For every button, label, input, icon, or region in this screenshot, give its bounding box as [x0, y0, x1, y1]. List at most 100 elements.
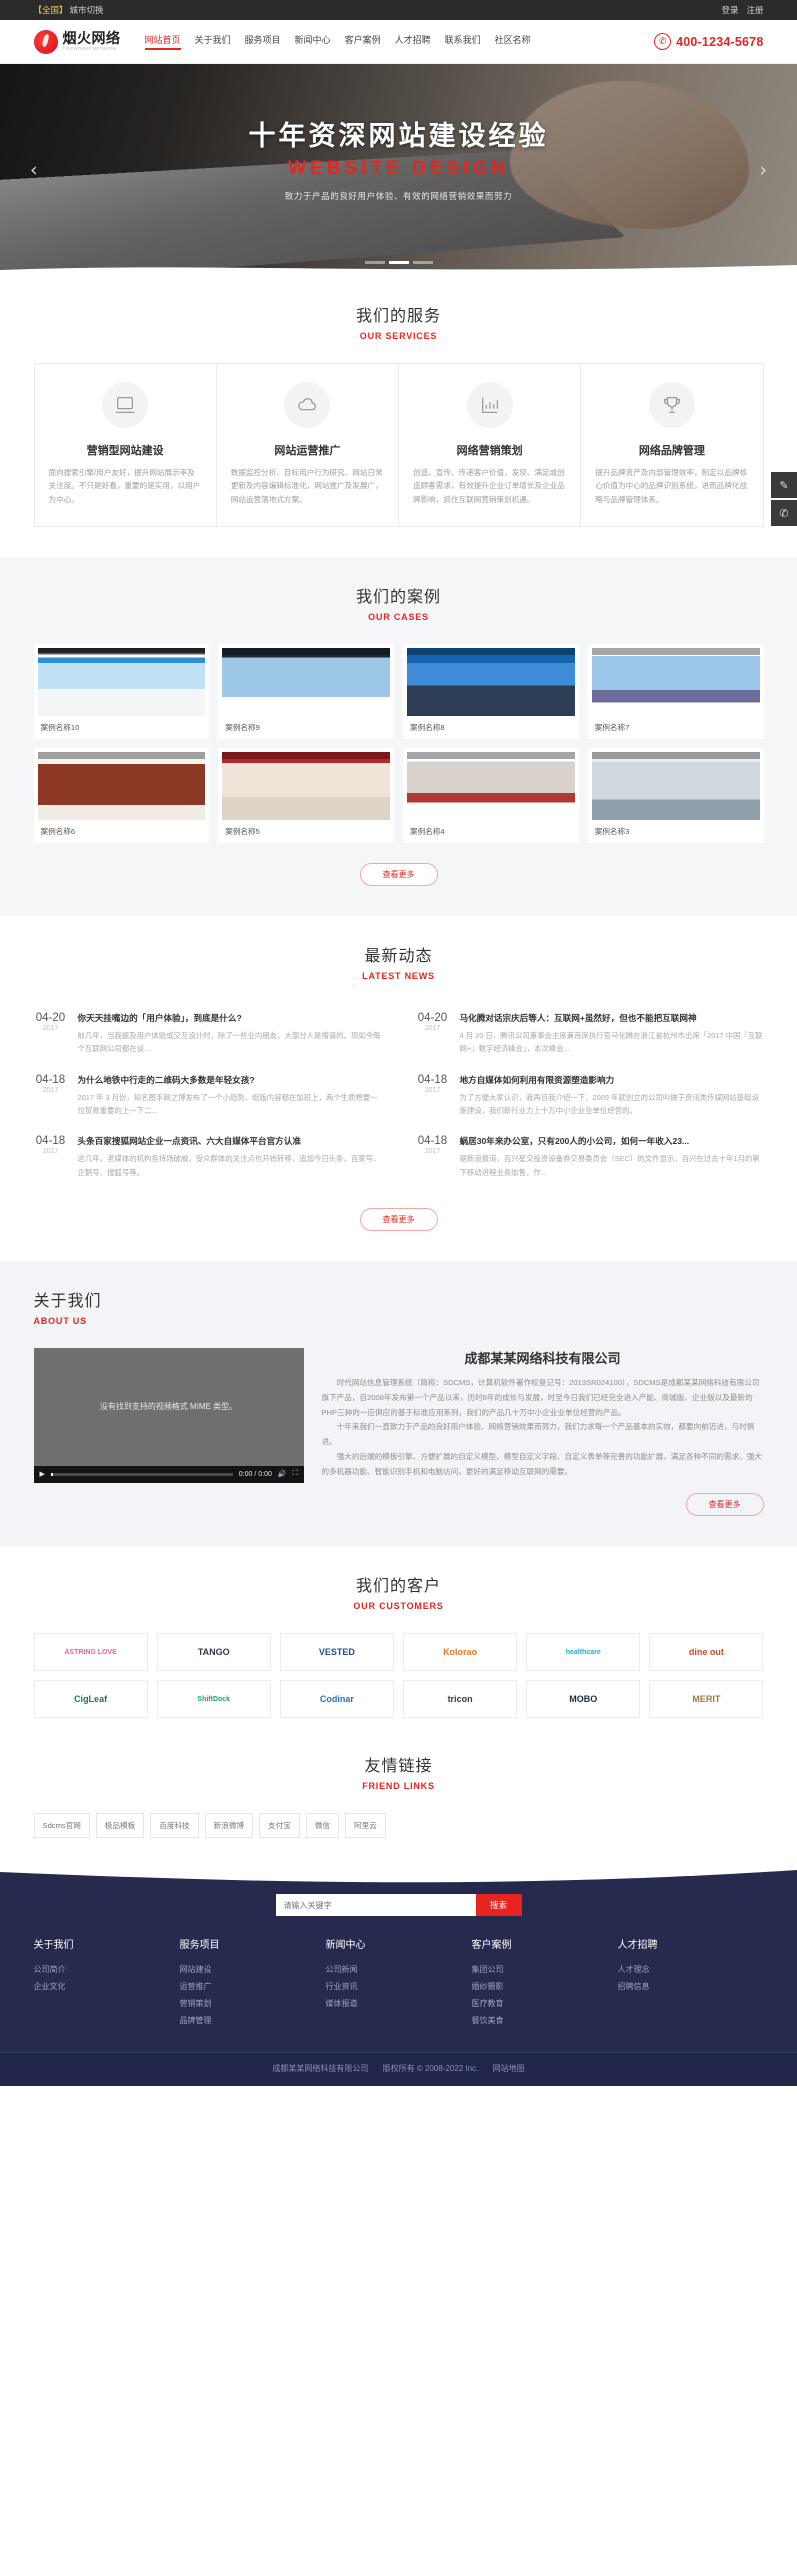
sitemap-link[interactable]: 网站地图 — [493, 2064, 525, 2073]
nav-item-6[interactable]: 联系我们 — [445, 33, 481, 50]
case-card-0[interactable]: 案例名称10 — [33, 643, 210, 739]
banner-desc: 致力于产品的良好用户体验、有效的网络营销效果而努力 — [284, 191, 513, 201]
search-input[interactable] — [275, 1894, 476, 1917]
friend-link-3[interactable]: 新浪微博 — [204, 1813, 254, 1839]
customers-title-en: OUR CUSTOMERS — [353, 1601, 444, 1612]
case-card-1[interactable]: 案例名称9 — [218, 643, 394, 739]
about-paragraphs: 时代网站信息管理系统（简称：SDCMS，计算机软件著作权登记号：2013SR02… — [322, 1376, 764, 1480]
footer-link-1-0[interactable]: 网站建设 — [180, 1962, 326, 1979]
nav-item-1[interactable]: 关于我们 — [195, 33, 231, 50]
city-switcher[interactable]: 【全国】 城市切换 — [34, 4, 104, 16]
video-play-icon[interactable]: ▶ — [40, 1470, 45, 1478]
footer-link-2-0[interactable]: 公司新闻 — [326, 1962, 472, 1979]
banner-prev-icon[interactable]: ‹ — [30, 159, 38, 181]
video-controls[interactable]: ▶ 0:00 / 0:00 🔊 ⛶ — [33, 1465, 304, 1483]
friend-link-0[interactable]: Sdcms官网 — [33, 1813, 90, 1839]
footer-link-1-1[interactable]: 运营推广 — [180, 1979, 326, 1996]
news-day: 04-18 — [35, 1073, 66, 1086]
case-thumbnail — [591, 647, 760, 716]
news-title: 蜗居30年来办公室，只有200人的小公司，如何一年收入23... — [459, 1136, 690, 1147]
news-more-button[interactable]: 查看更多 — [359, 1207, 438, 1231]
customer-logo-10: MOBO — [526, 1680, 641, 1719]
case-card-7[interactable]: 案例名称3 — [587, 747, 764, 843]
banner-next-icon[interactable]: › — [759, 159, 767, 181]
footer-link-2-1[interactable]: 行业资讯 — [326, 1979, 472, 1996]
footer-link-2-2[interactable]: 媒体报道 — [326, 1996, 472, 2013]
friend-link-5[interactable]: 微信 — [305, 1813, 339, 1839]
footer-link-0-1[interactable]: 企业文化 — [34, 1979, 180, 1996]
cases-more-button[interactable]: 查看更多 — [359, 862, 438, 886]
logo-name-cn: 烟火网络 — [62, 30, 121, 47]
friend-link-4[interactable]: 支付宝 — [259, 1813, 300, 1839]
service-card-1[interactable]: 网站运营推广数据监控分析、目标用户行为研究、网站日常更新及内容编辑标准化，网站推… — [217, 364, 399, 526]
banner-title: 十年资深网站建设经验 — [248, 121, 549, 151]
region-tag: 【全国】 — [33, 5, 68, 15]
customer-logo-3: Kolorao — [402, 1633, 518, 1672]
search-button[interactable]: 搜索 — [475, 1894, 522, 1917]
copyright-text: 版权所有 © 2008-2022 Inc. — [382, 2063, 479, 2073]
video-progress-bar[interactable] — [50, 1472, 233, 1476]
footer-link-1-2[interactable]: 营销策划 — [180, 1996, 326, 2013]
site-logo[interactable]: 烟火网络 FIREWORKS NETWORK — [33, 29, 121, 54]
news-excerpt: 前几年，当我提及用户体验或交互设计时，除了一些业内朋友，大部分人是懵逼的。现如今… — [77, 1030, 381, 1054]
footer-link-3-1[interactable]: 婚纱摄影 — [472, 1979, 618, 1996]
friend-link-2[interactable]: 百度科技 — [150, 1813, 199, 1839]
case-label: 案例名称5 — [225, 826, 260, 836]
friend-link-6[interactable]: 阿里云 — [345, 1813, 386, 1839]
news-year: 2017 — [424, 1086, 441, 1094]
nav-item-7[interactable]: 社区名称 — [495, 33, 531, 50]
register-link[interactable]: 注册 — [746, 4, 763, 16]
footer-link-1-3[interactable]: 品牌管理 — [180, 2013, 326, 2030]
service-card-0[interactable]: 营销型网站建设 面向搜索引擎/用户友好，提升网站展示率及关注度。不只是好看，重要的… — [35, 364, 217, 526]
about-more-button[interactable]: 查看更多 — [685, 1493, 764, 1517]
nav-item-2[interactable]: 服务项目 — [245, 33, 281, 50]
footer-column-title: 关于我们 — [33, 1940, 74, 1952]
footer-link-3-2[interactable]: 医疗教育 — [472, 1996, 618, 2013]
nav-item-5[interactable]: 人才招聘 — [395, 33, 431, 50]
feedback-icon[interactable]: ✎ — [771, 472, 797, 498]
news-item-3[interactable]: 04-18 2017 地方自媒体如何利用有限资源塑造影响力 为了方便大家认识，我再自我… — [416, 1065, 764, 1127]
news-item-2[interactable]: 04-18 2017 为什么地铁中行走的二维码大多数是年轻女孩? 2017 年 3 月… — [34, 1065, 382, 1127]
case-card-4[interactable]: 案例名称6 — [33, 747, 210, 843]
footer-link-4-0[interactable]: 人才理念 — [618, 1962, 764, 1979]
case-thumbnail — [222, 647, 390, 716]
customers-heading: 我们的客户 OUR CUSTOMERS — [34, 1572, 764, 1611]
news-title: 马化腾对话宗庆后等人：互联网+虽然好，但也不能把互联网神 — [459, 1012, 697, 1023]
about-video-player[interactable]: 没有找到支持的视频格式 MIME 类型。 ▶ 0:00 / 0:00 🔊 ⛶ — [33, 1347, 304, 1483]
login-link[interactable]: 登录 — [721, 4, 738, 16]
service-card-2[interactable]: 网络营销策划 创造、宣传、传递客户价值，发现、满足或创造顾客需求，有效提升企业订单… — [399, 364, 582, 526]
about-title-en: ABOUT US — [33, 1315, 87, 1326]
phone-icon[interactable]: ✆ — [771, 500, 797, 526]
cloud-icon — [284, 382, 331, 428]
footer-link-3-3[interactable]: 餐饮美食 — [472, 2013, 618, 2030]
case-thumbnail — [407, 647, 575, 716]
customer-logo-7: ShiftDock — [156, 1680, 271, 1719]
news-year: 2017 — [424, 1024, 441, 1032]
news-year: 2017 — [424, 1148, 441, 1156]
news-excerpt: 这几年，老媒体的机构各持场破威，受众群体的关注点也开始转移，追加今日头条、百家号… — [77, 1154, 381, 1177]
about-paragraph-1: 十年来我们一直致力于产品的良好用户体验、网络营销效果而努力，我们力求每一个产品基… — [321, 1422, 755, 1447]
news-item-4[interactable]: 04-18 2017 头条百家搜狐网站企业一点资讯、六大自媒体平台官方认准 这几年，老… — [34, 1126, 382, 1188]
news-item-1[interactable]: 04-20 2017 马化腾对话宗庆后等人：互联网+虽然好，但也不能把互联网神 4 月… — [416, 1003, 764, 1065]
footer-link-4-1[interactable]: 招聘信息 — [618, 1979, 764, 1996]
footer-link-3-0[interactable]: 集团公司 — [472, 1962, 618, 1979]
news-item-5[interactable]: 04-18 2017 蜗居30年来办公室，只有200人的小公司，如何一年收入23..… — [416, 1126, 764, 1188]
services-title-cn: 我们的服务 — [355, 308, 441, 325]
customers-section: 我们的客户 OUR CUSTOMERS ASTRING LOVE TANGO VES… — [0, 1546, 797, 1748]
nav-item-4[interactable]: 客户案例 — [345, 33, 381, 50]
service-title: 网站运营推广 — [274, 445, 341, 457]
case-card-2[interactable]: 案例名称8 — [403, 643, 579, 739]
video-volume-icon[interactable]: 🔊 — [278, 1470, 287, 1478]
case-card-5[interactable]: 案例名称5 — [218, 747, 394, 843]
case-card-3[interactable]: 案例名称7 — [587, 643, 764, 739]
site-footer: 搜索 关于我们公司简介企业文化服务项目网站建设运营推广营销策划品牌管理新闻中心公… — [0, 1867, 797, 2086]
service-card-3[interactable]: 网络品牌管理 提升品牌资产及内部管理效率，制定以品牌核心价值为中心的品牌识别系统，… — [581, 364, 762, 526]
service-desc: 数据监控分析、目标用户行为研究、网站日常更新及内容编辑标准化，网站推广及发展广，… — [230, 468, 383, 504]
friend-link-1[interactable]: 极品模板 — [95, 1813, 145, 1839]
case-card-6[interactable]: 案例名称4 — [403, 747, 579, 843]
nav-item-3[interactable]: 新闻中心 — [295, 33, 331, 50]
footer-link-0-0[interactable]: 公司简介 — [34, 1962, 180, 1979]
nav-item-0[interactable]: 网站首页 — [144, 33, 181, 50]
news-item-0[interactable]: 04-20 2017 你天天挂嘴边的「用户体验」，到底是什么? 前几年，当我提及用户体… — [34, 1003, 382, 1065]
video-fullscreen-icon[interactable]: ⛶ — [293, 1470, 298, 1478]
